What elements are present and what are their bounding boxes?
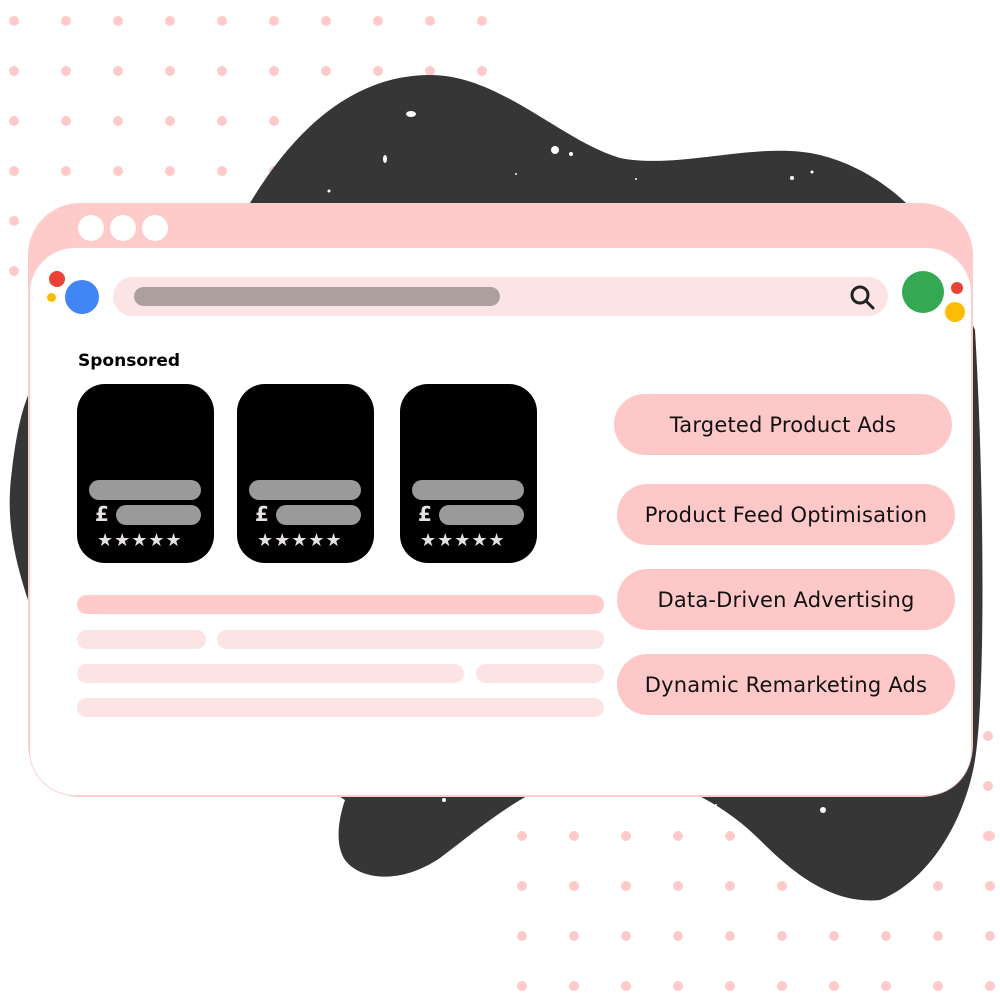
product-title-bar bbox=[89, 480, 201, 500]
sponsored-label: Sponsored bbox=[78, 351, 181, 371]
star-rating: ★★★★★ bbox=[420, 530, 506, 551]
pound-icon: £ bbox=[418, 502, 432, 526]
product-card[interactable]: £ ★★★★★ bbox=[400, 384, 537, 563]
result-text-line bbox=[77, 664, 464, 683]
window-control-dot[interactable] bbox=[78, 215, 104, 241]
product-card[interactable]: £ ★★★★★ bbox=[77, 384, 214, 563]
product-price-bar bbox=[116, 505, 201, 525]
service-pill-data-driven-advertising[interactable]: Data-Driven Advertising bbox=[617, 569, 955, 630]
product-price-bar bbox=[439, 505, 524, 525]
product-price-bar bbox=[276, 505, 361, 525]
search-icon[interactable] bbox=[846, 281, 878, 313]
result-text-line bbox=[217, 630, 604, 649]
star-rating: ★★★★★ bbox=[257, 530, 343, 551]
product-card[interactable]: £ ★★★★★ bbox=[237, 384, 374, 563]
window-control-dot[interactable] bbox=[110, 215, 136, 241]
product-title-bar bbox=[249, 480, 361, 500]
star-rating: ★★★★★ bbox=[97, 530, 183, 551]
pound-icon: £ bbox=[255, 502, 269, 526]
service-pill-dynamic-remarketing-ads[interactable]: Dynamic Remarketing Ads bbox=[617, 654, 955, 715]
result-text-line bbox=[476, 664, 604, 683]
pound-icon: £ bbox=[95, 502, 109, 526]
search-query-placeholder-bar[interactable] bbox=[134, 287, 500, 306]
result-text-line bbox=[77, 698, 604, 717]
window-control-dot[interactable] bbox=[142, 215, 168, 241]
result-text-line bbox=[77, 630, 206, 649]
service-pill-product-feed-optimisation[interactable]: Product Feed Optimisation bbox=[617, 484, 955, 545]
product-title-bar bbox=[412, 480, 524, 500]
result-title-line[interactable] bbox=[77, 595, 604, 614]
service-pill-targeted-product-ads[interactable]: Targeted Product Ads bbox=[614, 394, 952, 455]
